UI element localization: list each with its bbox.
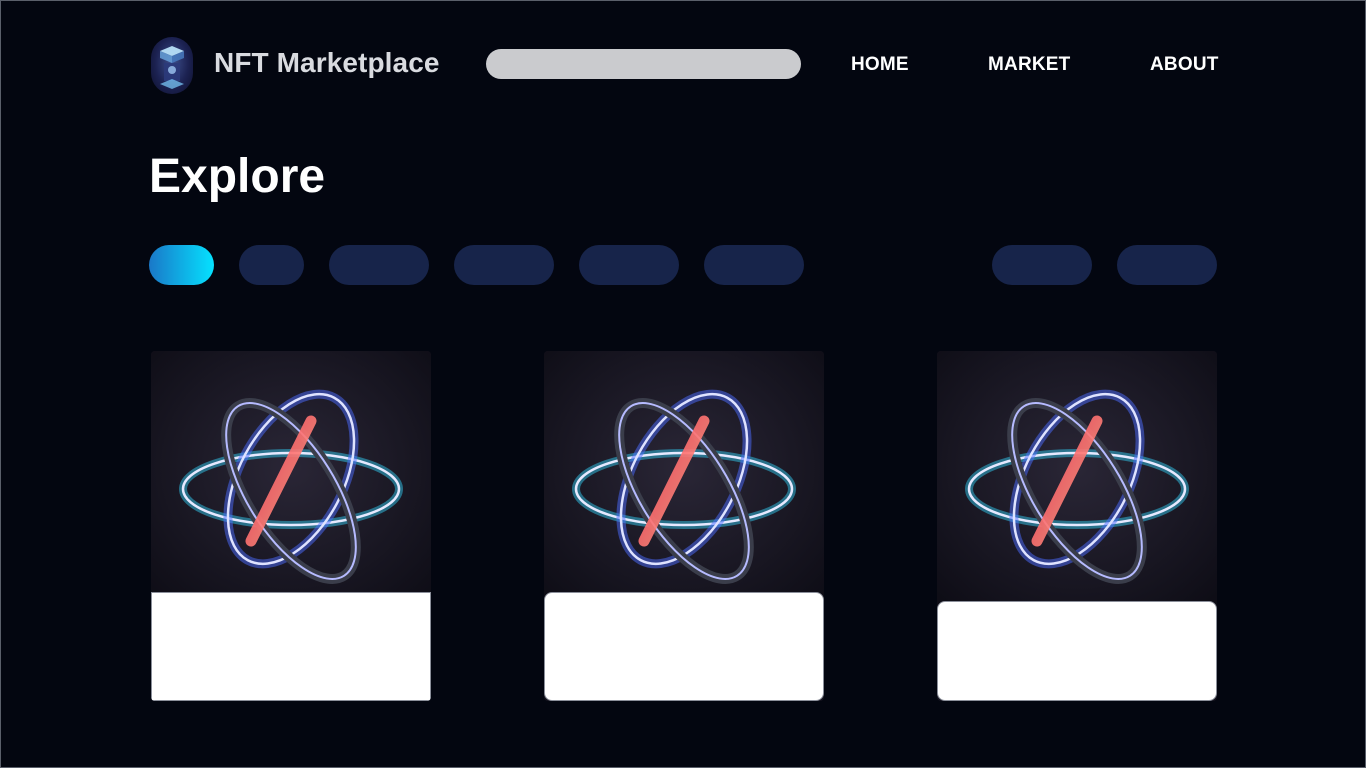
search-input[interactable] [486, 49, 801, 79]
nft-artwork-image [937, 351, 1217, 611]
filter-pill-active[interactable] [149, 245, 214, 285]
top-navigation: NFT Marketplace HOME MARKET ABOUT [1, 1, 1366, 131]
page-title: Explore [149, 150, 326, 203]
filter-pill[interactable] [329, 245, 429, 285]
filter-pill[interactable] [704, 245, 804, 285]
nft-card[interactable] [544, 351, 824, 701]
sort-pill[interactable] [992, 245, 1092, 285]
nft-card[interactable] [151, 351, 431, 701]
nft-card-info [937, 601, 1217, 701]
nft-artwork-image [544, 351, 824, 611]
nav-market-link[interactable]: MARKET [988, 54, 1070, 76]
nft-card-info [544, 592, 824, 701]
filter-pill[interactable] [239, 245, 304, 285]
filter-pill[interactable] [579, 245, 679, 285]
filter-pill[interactable] [454, 245, 554, 285]
holographic-cube-icon[interactable] [151, 37, 193, 94]
nft-artwork-image [151, 351, 431, 611]
brand-name[interactable]: NFT Marketplace [214, 47, 440, 79]
nft-card-info [151, 592, 431, 701]
nav-about-link[interactable]: ABOUT [1150, 54, 1219, 76]
sort-pill[interactable] [1117, 245, 1217, 285]
nav-home-link[interactable]: HOME [851, 54, 909, 76]
nft-card[interactable] [937, 351, 1217, 701]
